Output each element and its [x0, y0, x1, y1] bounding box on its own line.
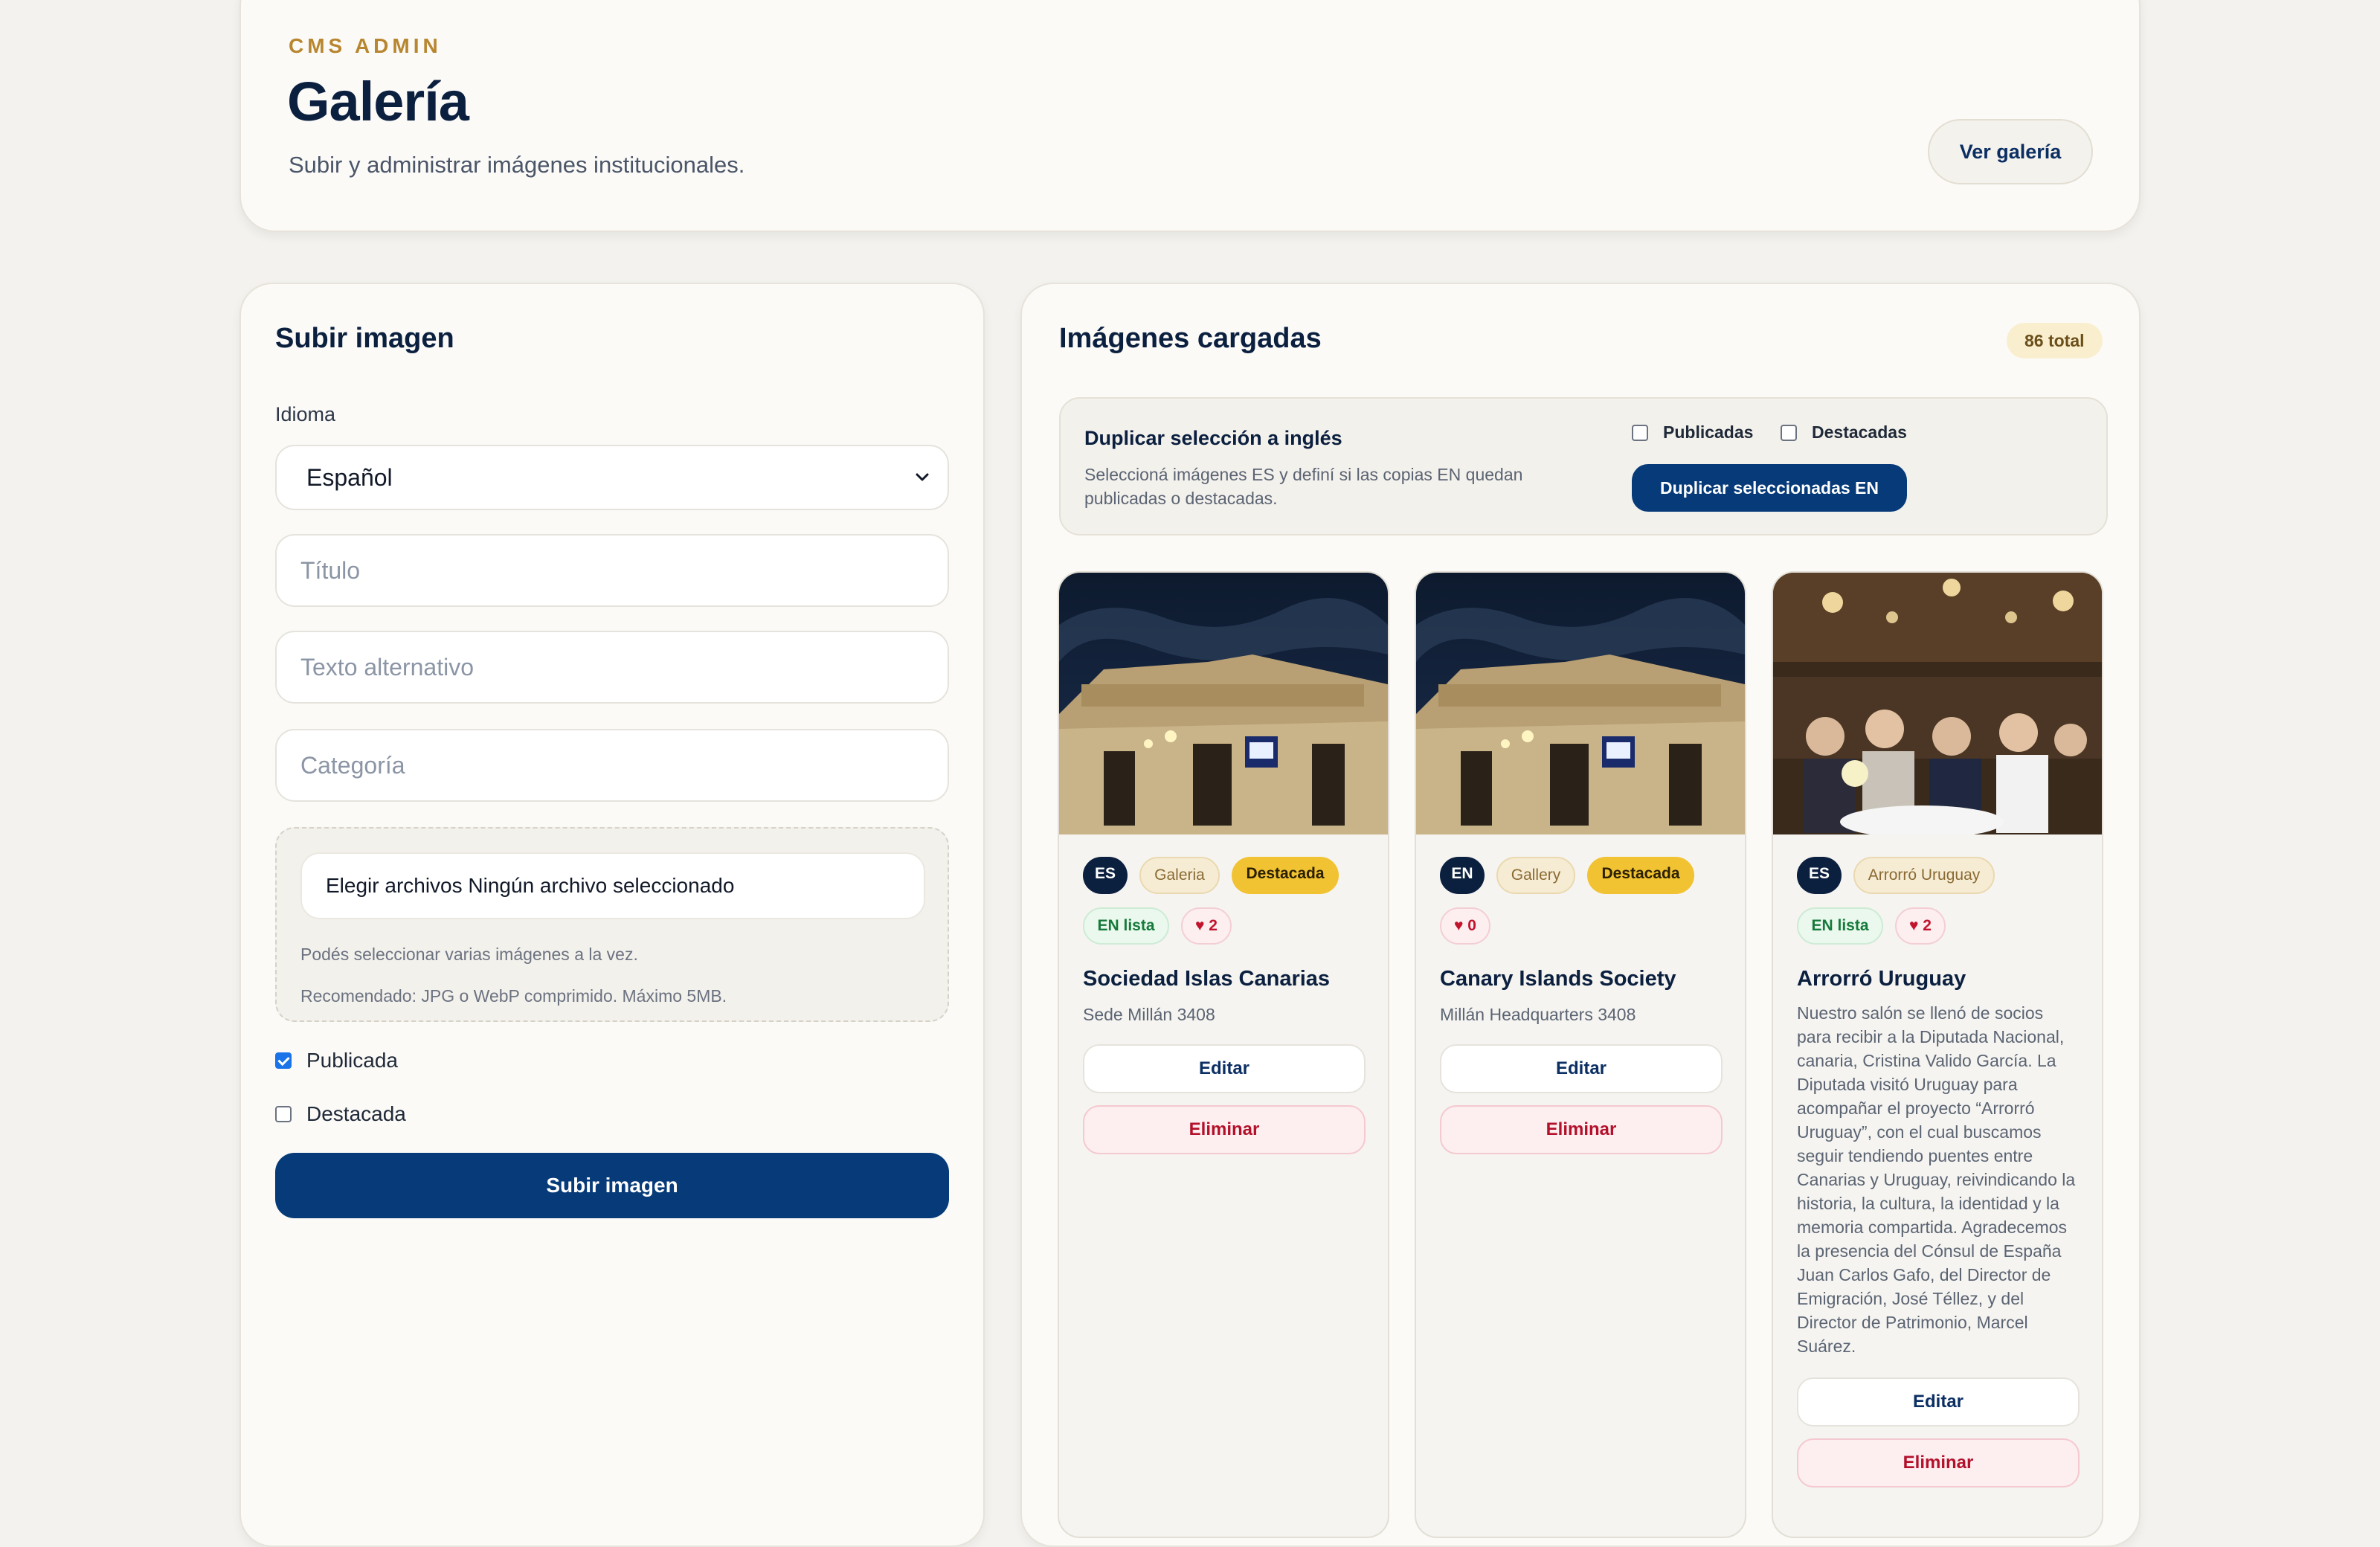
- alt-text-input[interactable]: [275, 631, 949, 704]
- header-card: CMS ADMIN Galería Subir y administrar im…: [239, 0, 2141, 232]
- card-description: Nuestro salón se llenó de socios para re…: [1797, 1003, 2076, 1356]
- en-ready-badge: EN lista: [1797, 907, 1883, 945]
- hint-multiple: Podés seleccionar varias imágenes a la v…: [300, 945, 638, 964]
- file-dropzone[interactable]: Elegir archivos Ningún archivo seleccion…: [275, 827, 949, 1022]
- likes-badge: ♥ 2: [1181, 907, 1232, 945]
- edit-button[interactable]: Editar: [1797, 1377, 2080, 1427]
- total-count-badge: 86 total: [2007, 323, 2103, 358]
- category-badge: Galeria: [1139, 857, 1220, 894]
- submit-upload-button[interactable]: Subir imagen: [275, 1153, 949, 1218]
- dup-featured-label: Destacadas: [1812, 422, 1907, 442]
- published-label: Publicada: [306, 1049, 398, 1072]
- page-title: Galería: [287, 71, 469, 132]
- likes-badge: ♥ 0: [1440, 907, 1490, 945]
- featured-checkbox-row[interactable]: Destacada: [275, 1099, 406, 1129]
- page: CMS ADMIN Galería Subir y administrar im…: [0, 0, 2380, 1547]
- category-input[interactable]: [275, 729, 949, 802]
- delete-button[interactable]: Eliminar: [1440, 1105, 1723, 1154]
- image-card: ES Galeria Destacada EN lista ♥ 2 Socied…: [1058, 571, 1389, 1538]
- category-badge: Arrorró Uruguay: [1853, 857, 1995, 894]
- image-card: EN Gallery Destacada ♥ 0 Canary Islands …: [1415, 571, 1746, 1538]
- card-title: Sociedad Islas Canarias: [1083, 967, 1331, 991]
- hint-recommended: Recomendado: JPG o WebP comprimido. Máxi…: [300, 986, 727, 1006]
- language-badge: ES: [1083, 857, 1128, 894]
- language-badge: ES: [1797, 857, 1842, 894]
- dup-featured-checkbox[interactable]: [1781, 424, 1797, 441]
- featured-label: Destacada: [306, 1102, 406, 1125]
- image-thumbnail[interactable]: [1416, 573, 1745, 834]
- dup-published-label: Publicadas: [1663, 422, 1754, 442]
- card-title: Canary Islands Society: [1440, 967, 1676, 991]
- dup-published-checkbox-row[interactable]: Publicadas: [1632, 422, 1753, 443]
- edit-button[interactable]: Editar: [1440, 1044, 1723, 1093]
- featured-checkbox[interactable]: [275, 1106, 292, 1122]
- en-ready-badge: EN lista: [1083, 907, 1169, 945]
- image-thumbnail[interactable]: [1059, 573, 1388, 834]
- duplicate-title: Duplicar selección a inglés: [1084, 427, 1342, 449]
- delete-button[interactable]: Eliminar: [1797, 1438, 2080, 1488]
- duplicate-description: Seleccioná imágenes ES y definí si las c…: [1084, 465, 1523, 508]
- image-card: ES Arrorró Uruguay EN lista ♥ 2 Arrorró …: [1772, 571, 2103, 1538]
- cms-eyebrow: CMS ADMIN: [289, 34, 442, 57]
- upload-panel: Subir imagen Idioma Español Elegir archi…: [239, 283, 985, 1547]
- file-picker[interactable]: Elegir archivos Ningún archivo seleccion…: [300, 852, 925, 919]
- title-input[interactable]: [275, 534, 949, 607]
- language-badge: EN: [1440, 857, 1485, 894]
- duplicate-box: Duplicar selección a inglés Seleccioná i…: [1059, 397, 2108, 536]
- dup-featured-checkbox-row[interactable]: Destacadas: [1781, 422, 1907, 443]
- card-description: Millán Headquarters 3408: [1440, 1005, 1636, 1024]
- delete-button[interactable]: Eliminar: [1083, 1105, 1366, 1154]
- dup-published-checkbox[interactable]: [1632, 424, 1648, 441]
- duplicate-selected-button[interactable]: Duplicar seleccionadas EN: [1632, 464, 1907, 512]
- language-select-value: Español: [306, 464, 393, 491]
- featured-badge: Destacada: [1587, 857, 1694, 894]
- language-label: Idioma: [275, 403, 336, 425]
- chevron-down-icon: [916, 473, 929, 481]
- view-gallery-button[interactable]: Ver galería: [1928, 119, 2093, 184]
- likes-badge: ♥ 2: [1895, 907, 1946, 945]
- card-title: Arrorró Uruguay: [1797, 967, 1966, 991]
- upload-heading: Subir imagen: [275, 323, 454, 354]
- image-thumbnail[interactable]: [1773, 573, 2102, 834]
- featured-badge: Destacada: [1232, 857, 1339, 894]
- card-description: Sede Millán 3408: [1083, 1005, 1215, 1024]
- published-checkbox-row[interactable]: Publicada: [275, 1046, 398, 1075]
- edit-button[interactable]: Editar: [1083, 1044, 1366, 1093]
- published-checkbox[interactable]: [275, 1052, 292, 1069]
- images-heading: Imágenes cargadas: [1059, 323, 1322, 354]
- page-subtitle: Subir y administrar imágenes institucion…: [289, 152, 745, 178]
- category-badge: Gallery: [1496, 857, 1575, 894]
- language-select[interactable]: Español: [275, 445, 949, 510]
